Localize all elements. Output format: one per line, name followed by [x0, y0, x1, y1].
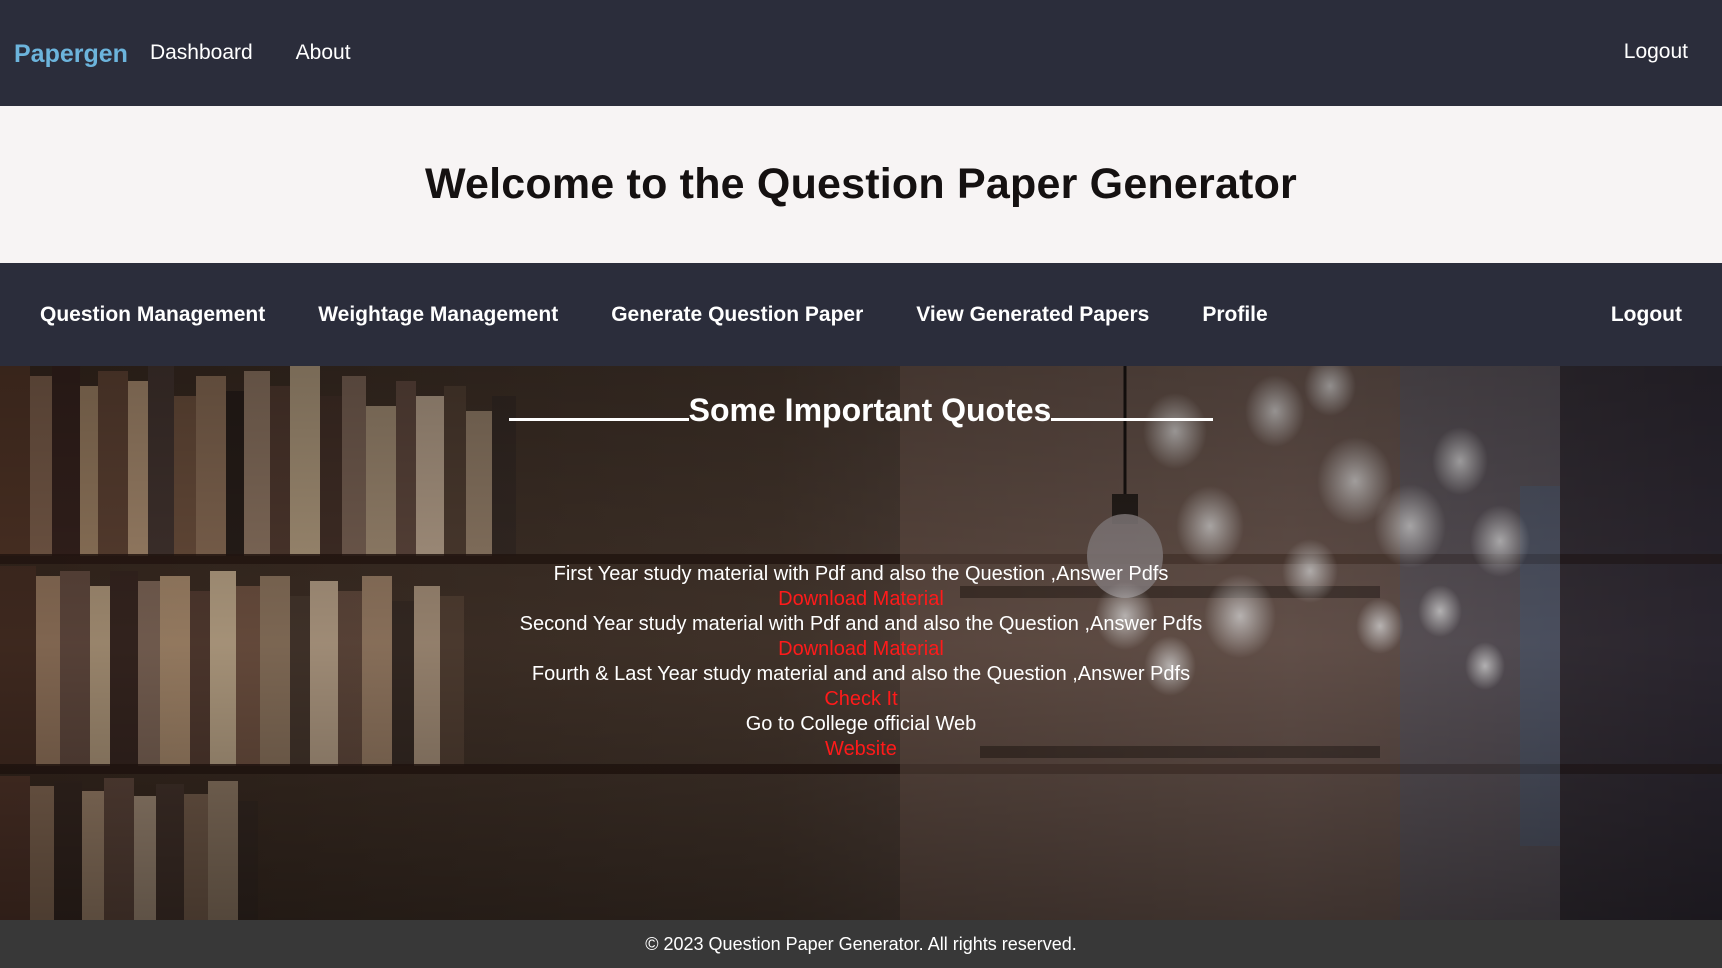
copyright-text: © 2023 Question Paper Generator. All rig…: [645, 933, 1077, 954]
material-description: First Year study material with Pdf and a…: [553, 563, 1169, 585]
quotes-heading: Some Important Quotes: [0, 392, 1722, 429]
quotes-heading-text: Some Important Quotes: [688, 392, 1052, 428]
material-description: Fourth & Last Year study material and an…: [531, 663, 1191, 685]
heading-rule-left: [508, 418, 689, 421]
download-first-year-link[interactable]: Download Material: [0, 587, 1722, 612]
heading-rule-right: [1051, 418, 1214, 421]
view-generated-papers-link[interactable]: View Generated Papers: [916, 303, 1149, 327]
nav-about-link[interactable]: About: [296, 41, 351, 65]
weightage-management-link[interactable]: Weightage Management: [318, 303, 558, 327]
library-background-section: Some Important Quotes First Year study m…: [0, 366, 1722, 920]
page-footer: © 2023 Question Paper Generator. All rig…: [0, 920, 1722, 968]
brand-logo-link[interactable]: Papergen: [14, 40, 128, 69]
profile-link[interactable]: Profile: [1202, 303, 1267, 327]
material-description: Go to College official Web: [745, 713, 977, 735]
download-second-year-link[interactable]: Download Material: [0, 637, 1722, 662]
check-it-link[interactable]: Check It: [0, 687, 1722, 712]
material-description: Second Year study material with Pdf and …: [519, 613, 1203, 635]
college-website-link[interactable]: Website: [0, 737, 1722, 762]
management-navbar: Question Management Weightage Management…: [0, 263, 1722, 366]
generate-question-paper-link[interactable]: Generate Question Paper: [611, 303, 863, 327]
page-title: Welcome to the Question Paper Generator: [425, 160, 1297, 208]
nav-dashboard-link[interactable]: Dashboard: [150, 41, 253, 65]
subnav-logout-link[interactable]: Logout: [1611, 303, 1682, 327]
top-logout-link[interactable]: Logout: [1624, 40, 1688, 64]
question-management-link[interactable]: Question Management: [40, 303, 265, 327]
top-navbar: Papergen Dashboard About Logout: [0, 0, 1722, 106]
welcome-header: Welcome to the Question Paper Generator: [0, 106, 1722, 263]
study-material-list: First Year study material with Pdf and a…: [0, 562, 1722, 762]
